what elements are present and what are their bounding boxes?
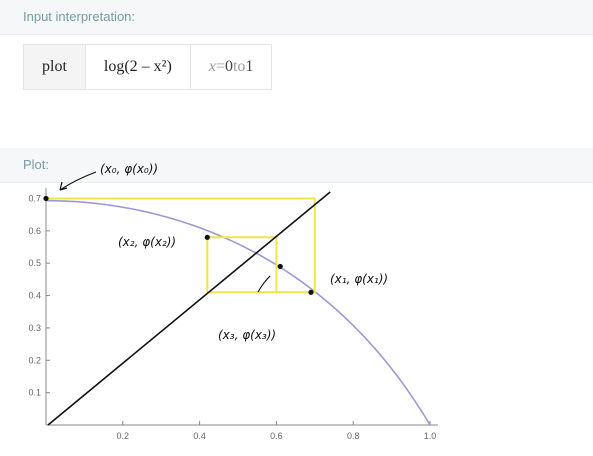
iterate-point <box>277 263 283 270</box>
diagonal-line <box>47 191 331 426</box>
y-tick-label: 0.7 <box>28 193 41 203</box>
annotation-x2: (x₂, φ(x₂)) <box>118 235 176 249</box>
iterate-point <box>204 234 210 240</box>
plot-chart: 0.2 0.4 0.6 0.8 1.0 0.1 0.2 0.3 0.4 0.5 0.6 0.7 (x₀… <box>28 162 438 441</box>
y-tick-label: 0.5 <box>28 258 41 268</box>
annotation-x0: (x₀, φ(x₀)) <box>100 162 158 176</box>
y-tick-label: 0.3 <box>28 323 41 333</box>
iterate-point <box>308 289 314 295</box>
annotation-layer: (x₀, φ(x₀)) (x₂, φ(x₂)) (x₁, φ(x₁)) (x₃,… <box>59 162 388 342</box>
cobweb-path <box>46 197 316 294</box>
x-tick-label: 0.6 <box>270 431 283 441</box>
y-tick-label: 0.4 <box>28 291 41 301</box>
annotation-x3: (x₃, φ(x₃)) <box>218 328 276 342</box>
x-tick-label: 1.0 <box>424 431 437 441</box>
annotation-arrow-a0 <box>59 171 97 191</box>
diagonal-layer <box>47 191 331 426</box>
x-tick-label: 0.8 <box>347 431 360 441</box>
cobweb-layer <box>46 197 316 294</box>
function-curve <box>46 199 431 426</box>
x-tick-label: 0.2 <box>117 431 130 441</box>
annotation-x1: (x₁, φ(x₁)) <box>330 272 388 286</box>
annotation-arrow-a3 <box>257 275 271 293</box>
iterate-point <box>43 195 49 202</box>
curve-layer <box>46 199 431 426</box>
x-tick-label: 0.4 <box>193 431 206 441</box>
points-layer <box>43 195 314 295</box>
plot-axes: 0.2 0.4 0.6 0.8 1.0 0.1 0.2 0.3 0.4 0.5 0.6 0.7 <box>28 188 438 441</box>
y-tick-label: 0.2 <box>28 355 41 365</box>
y-tick-label: 0.1 <box>28 388 41 398</box>
y-tick-label: 0.6 <box>28 226 41 236</box>
